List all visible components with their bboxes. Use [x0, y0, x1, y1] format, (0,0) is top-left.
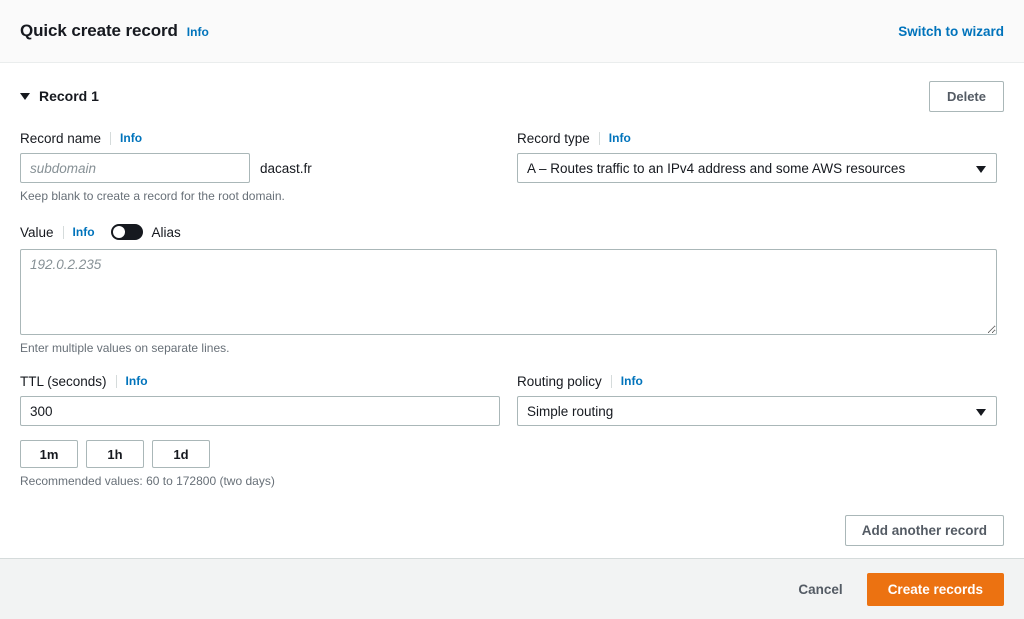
value-hint: Enter multiple values on separate lines.	[20, 340, 997, 356]
label-separator	[611, 375, 612, 388]
ttl-shortcut-1m[interactable]: 1m	[20, 440, 78, 468]
value-label: Value	[20, 225, 54, 240]
routing-policy-select[interactable]: Simple routing	[517, 396, 997, 426]
ttl-hint: Recommended values: 60 to 172800 (two da…	[20, 473, 500, 489]
ttl-input[interactable]	[20, 396, 500, 426]
label-separator	[63, 226, 64, 239]
alias-label: Alias	[152, 225, 181, 240]
value-label-row: Value Info Alias	[20, 222, 997, 242]
record-header: Record 1 Delete	[20, 79, 1004, 113]
field-row-ttl-routing: TTL (seconds) Info 1m 1h 1d Recommended …	[20, 372, 1004, 489]
ttl-label: TTL (seconds)	[20, 374, 107, 389]
record-name-label-row: Record name Info	[20, 129, 500, 147]
panel-header: Quick create record Info Switch to wizar…	[0, 0, 1024, 63]
record-type-select[interactable]: A – Routes traffic to an IPv4 address an…	[517, 153, 997, 183]
alias-toggle[interactable]	[111, 224, 143, 240]
domain-suffix: dacast.fr	[260, 161, 312, 176]
value-textarea-wrap	[20, 249, 997, 335]
record-type-label-row: Record type Info	[517, 129, 997, 147]
routing-policy-label: Routing policy	[517, 374, 602, 389]
record-title: Record 1	[39, 88, 99, 104]
quick-create-record-panel: Quick create record Info Switch to wizar…	[0, 0, 1024, 619]
create-records-button[interactable]: Create records	[867, 573, 1004, 606]
routing-policy-field-group: Routing policy Info Simple routing	[517, 372, 997, 489]
record-type-info-link[interactable]: Info	[609, 131, 631, 145]
title-info-link[interactable]: Info	[187, 25, 209, 39]
ttl-field-group: TTL (seconds) Info 1m 1h 1d Recommended …	[20, 372, 500, 489]
routing-policy-select-wrap: Simple routing	[517, 396, 997, 426]
switch-to-wizard-link[interactable]: Switch to wizard	[898, 24, 1004, 39]
add-another-record-row: Add another record	[845, 515, 1004, 546]
field-row-name-type: Record name Info dacast.fr Keep blank to…	[20, 129, 1004, 204]
value-field-group: Value Info Alias Enter multiple values o…	[20, 222, 997, 356]
record-type-field-group: Record type Info A – Routes traffic to a…	[517, 129, 997, 204]
add-another-record-button[interactable]: Add another record	[845, 515, 1004, 546]
label-separator	[116, 375, 117, 388]
record-name-field-group: Record name Info dacast.fr Keep blank to…	[20, 129, 500, 204]
value-info-link[interactable]: Info	[73, 225, 95, 239]
panel-footer: Cancel Create records	[0, 558, 1024, 619]
panel-body: Record 1 Delete Record name Info dacast.…	[0, 63, 1024, 558]
panel-header-left: Quick create record Info	[20, 21, 209, 41]
label-separator	[599, 132, 600, 145]
ttl-info-link[interactable]: Info	[126, 374, 148, 388]
record-name-info-link[interactable]: Info	[120, 131, 142, 145]
chevron-down-icon[interactable]	[20, 93, 30, 100]
field-row-value: Value Info Alias Enter multiple values o…	[20, 222, 1004, 356]
routing-policy-label-row: Routing policy Info	[517, 372, 997, 390]
page-title: Quick create record	[20, 21, 178, 41]
ttl-shortcut-1h[interactable]: 1h	[86, 440, 144, 468]
record-name-label: Record name	[20, 131, 101, 146]
ttl-label-row: TTL (seconds) Info	[20, 372, 500, 390]
routing-policy-info-link[interactable]: Info	[621, 374, 643, 388]
alias-toggle-knob	[113, 226, 125, 238]
record-name-input-row: dacast.fr	[20, 153, 500, 183]
ttl-shortcut-1d[interactable]: 1d	[152, 440, 210, 468]
ttl-shortcut-buttons: 1m 1h 1d	[20, 440, 500, 468]
record-type-select-wrap: A – Routes traffic to an IPv4 address an…	[517, 153, 997, 183]
record-type-label: Record type	[517, 131, 590, 146]
label-separator	[110, 132, 111, 145]
record-header-left: Record 1	[20, 88, 99, 104]
delete-button[interactable]: Delete	[929, 81, 1004, 112]
record-name-hint: Keep blank to create a record for the ro…	[20, 188, 500, 204]
cancel-button[interactable]: Cancel	[794, 575, 846, 604]
value-textarea[interactable]	[20, 249, 997, 335]
record-name-input[interactable]	[20, 153, 250, 183]
